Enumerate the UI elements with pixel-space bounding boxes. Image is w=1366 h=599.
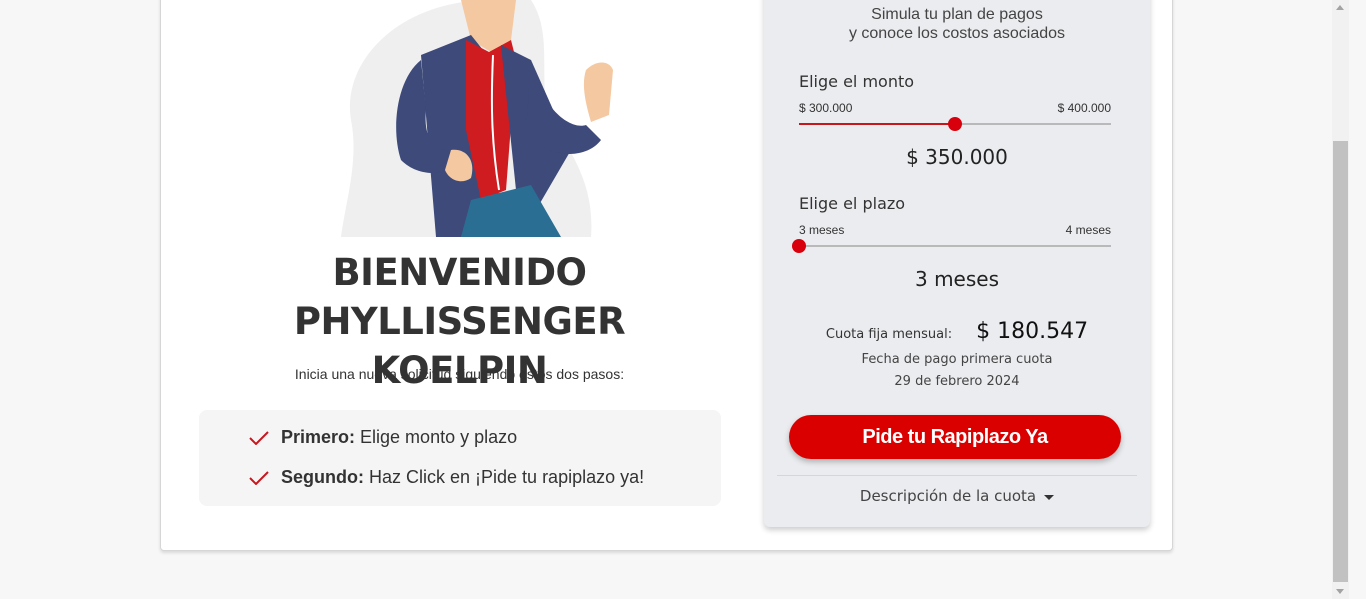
cuota-value: $ 180.547 <box>976 319 1089 344</box>
welcome-subtitle: Inicia una nueva solicitud siguiendo est… <box>294 366 625 382</box>
amount-label: Elige el monto <box>799 72 915 91</box>
steps-box: Primero: Elige monto y plazo Segundo: Ha… <box>199 410 721 506</box>
step-text: Elige monto y plazo <box>360 427 518 447</box>
amount-value: $ 350.000 <box>906 145 1008 169</box>
check-icon <box>249 430 269 445</box>
scrollbar-thumb[interactable] <box>1333 141 1348 582</box>
term-slider-thumb[interactable] <box>792 239 806 253</box>
page-scrollbar[interactable] <box>1332 0 1349 599</box>
cuota-row: Cuota fija mensual: $ 180.547 <box>764 319 1150 344</box>
welcome-illustration <box>341 0 621 237</box>
term-max-label: 4 meses <box>1065 223 1111 237</box>
step-label: Segundo: <box>281 467 364 487</box>
check-icon <box>249 470 269 485</box>
simulator-heading-line1: Simula tu plan de pagos <box>871 6 1043 23</box>
main-card: BIENVENIDO PHYLLISSENGER KOELPIN Inicia … <box>160 0 1173 551</box>
term-label: Elige el plazo <box>799 194 906 213</box>
amount-max-label: $ 400.000 <box>1057 101 1111 115</box>
term-min-label: 3 meses <box>799 223 845 237</box>
step-item-second: Segundo: Haz Click en ¡Pide tu rapiplazo… <box>249 467 644 488</box>
scroll-down-icon[interactable] <box>1336 589 1344 594</box>
term-slider[interactable] <box>792 239 1111 253</box>
caret-down-icon <box>1044 494 1055 500</box>
cuota-description-toggle[interactable]: Descripción de la cuota <box>764 487 1150 505</box>
amount-slider[interactable] <box>799 117 1111 131</box>
step-item-first: Primero: Elige monto y plazo <box>249 427 517 448</box>
step-text: Haz Click en ¡Pide tu rapiplazo ya! <box>369 467 645 487</box>
amount-slider-fill <box>799 123 955 125</box>
fecha-value: 29 de febrero 2024 <box>894 374 1020 389</box>
pide-rapiplazo-button[interactable]: Pide tu Rapiplazo Ya <box>789 415 1121 459</box>
term-value: 3 meses <box>914 267 999 291</box>
cuota-description-label: Descripción de la cuota <box>859 487 1037 505</box>
welcome-title-line1: BIENVENIDO PHYLLISSENGER <box>293 251 626 343</box>
cuota-label: Cuota fija mensual: <box>825 327 953 342</box>
amount-slider-thumb[interactable] <box>948 117 962 131</box>
fecha-label: Fecha de pago primera cuota <box>861 352 1053 367</box>
step-label: Primero: <box>281 427 356 447</box>
simulator-panel: Simula tu plan de pagos y conoce los cos… <box>764 0 1150 527</box>
divider <box>777 475 1137 476</box>
simulator-heading-line2: y conoce los costos asociados <box>848 25 1066 42</box>
amount-min-label: $ 300.000 <box>799 101 853 115</box>
scroll-up-icon[interactable] <box>1336 5 1344 10</box>
simulator-heading: Simula tu plan de pagos y conoce los cos… <box>764 5 1150 43</box>
